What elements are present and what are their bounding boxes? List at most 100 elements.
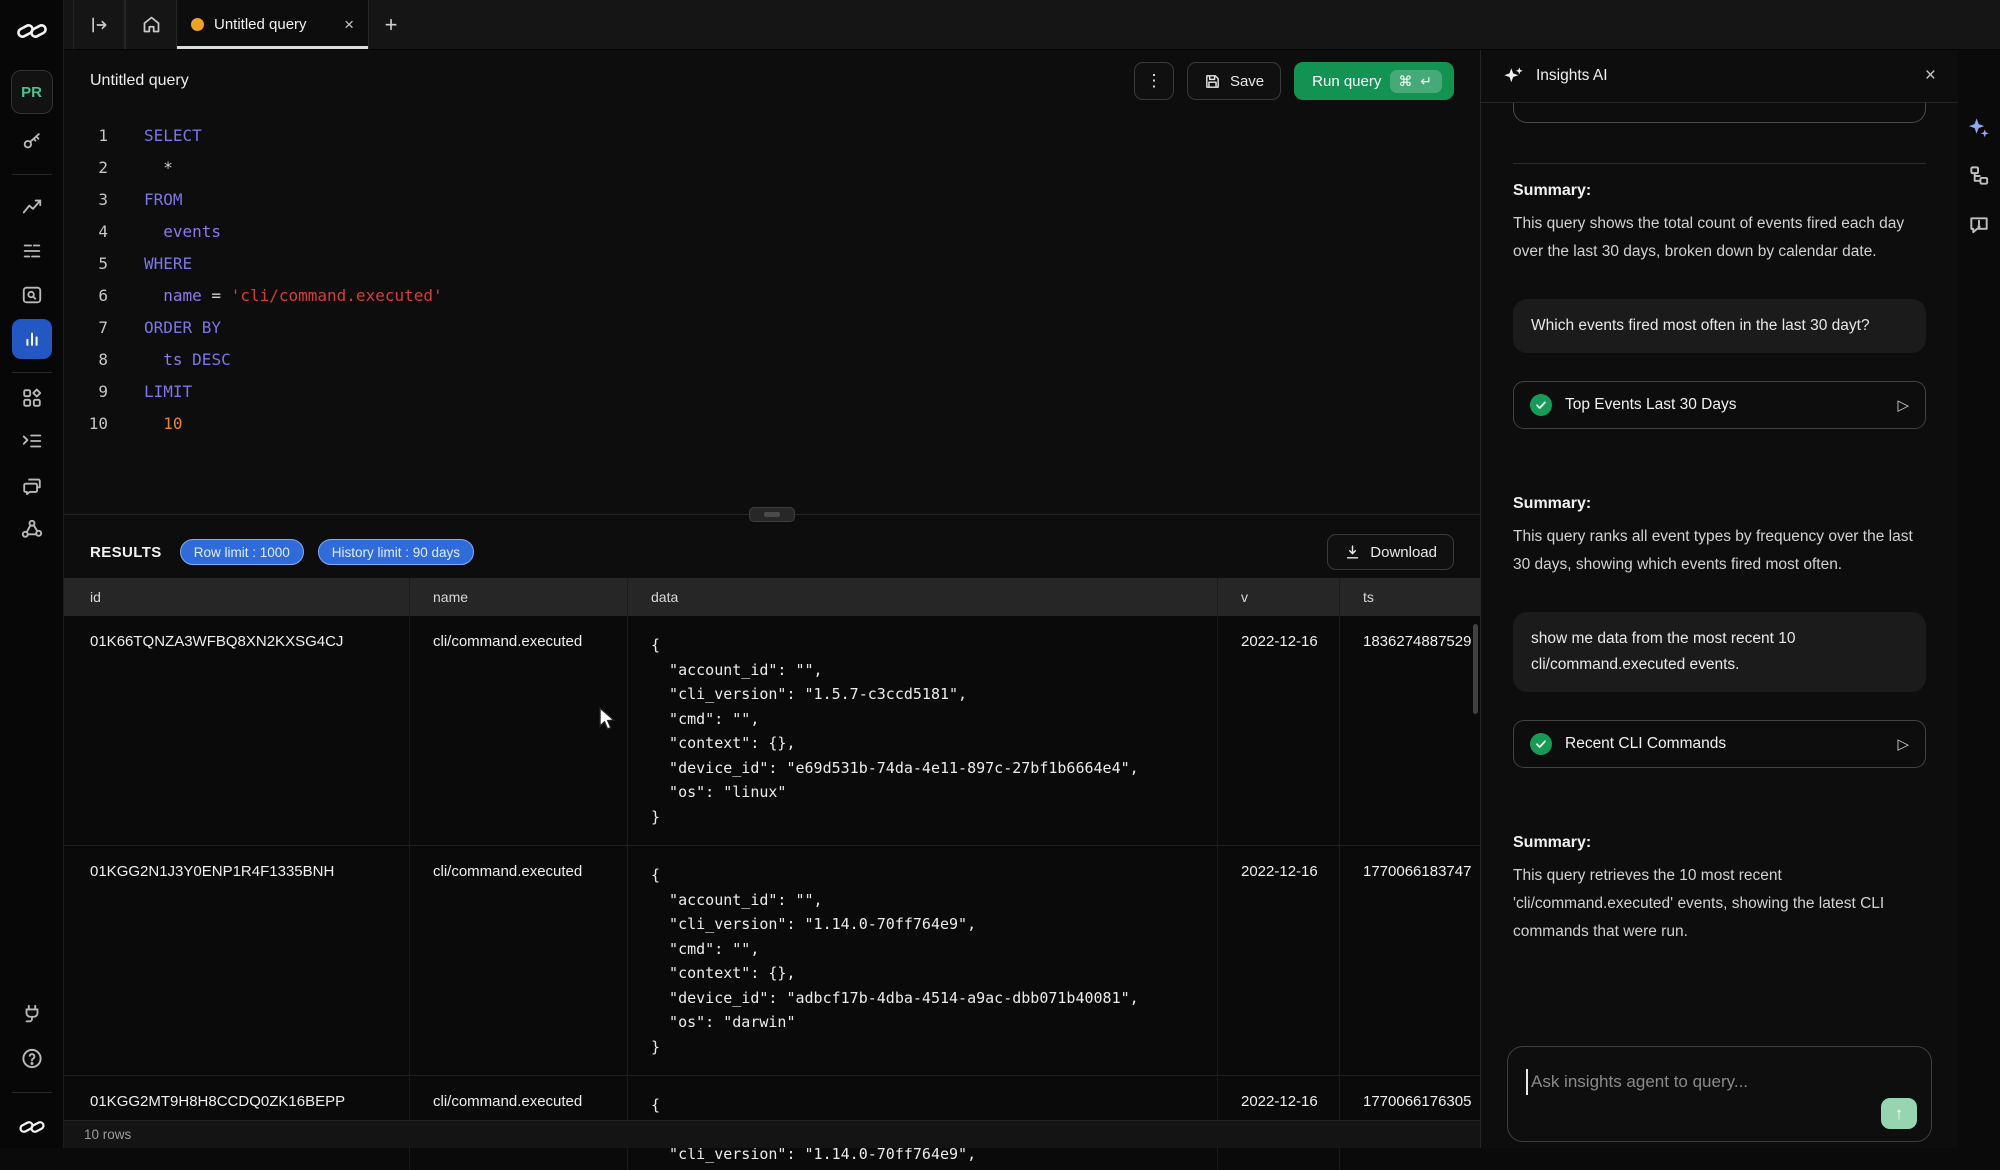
cell-ts: 1836274887529	[1340, 616, 1480, 845]
query-workspace: Untitled query ⋮ Save Run query ⌘ ↵ 1SEL…	[64, 50, 1480, 1148]
download-button[interactable]: Download	[1327, 534, 1454, 570]
column-header-name[interactable]: name	[410, 578, 628, 616]
history-limit-badge[interactable]: History limit : 90 days	[318, 539, 474, 565]
tab-untitled-query[interactable]: Untitled query ×	[177, 0, 369, 49]
sidebar-divider	[12, 372, 52, 373]
sql-token: FROM	[144, 190, 183, 209]
schema-tree-rail-icon[interactable]	[1968, 164, 1991, 187]
editor-line[interactable]: 1SELECT	[64, 120, 1480, 152]
download-icon	[1344, 544, 1361, 561]
table-row[interactable]: 01KGG2N1J3Y0ENP1R4F1335BNHcli/command.ex…	[64, 846, 1480, 1076]
code-text: ORDER BY	[144, 312, 221, 344]
table-scrollbar[interactable]	[1473, 624, 1478, 714]
editor-line[interactable]: 6 name = 'cli/command.executed'	[64, 280, 1480, 312]
insights-body: Summary: This query shows the total coun…	[1481, 103, 1958, 1148]
line-number: 5	[64, 248, 108, 280]
sparkles-icon	[1503, 66, 1524, 87]
org-badge[interactable]: PR	[11, 70, 53, 114]
column-header-id[interactable]: id	[64, 578, 410, 616]
editor-line[interactable]: 7ORDER BY	[64, 312, 1480, 344]
cell-ts: 1770066183747	[1340, 846, 1480, 1075]
editor-line[interactable]: 8 ts DESC	[64, 344, 1480, 376]
editor-line[interactable]: 9LIMIT	[64, 376, 1480, 408]
help-icon[interactable]	[20, 1047, 43, 1070]
home-button[interactable]	[125, 0, 177, 49]
results-toolbar: RESULTS Row limit : 1000 History limit :…	[64, 526, 1480, 578]
cell-v: 2022-12-16	[1218, 846, 1340, 1075]
left-sidebar: PR	[0, 0, 64, 1148]
sql-editor[interactable]: 1SELECT2 *3FROM4 events5 WHERE 6 name = 'c…	[64, 112, 1480, 514]
sql-token: ts	[144, 350, 192, 369]
json-line: "cli_version": "1.5.7-c3ccd5181",	[651, 682, 1217, 707]
cell-name: cli/command.executed	[410, 616, 628, 845]
line-number: 6	[64, 280, 108, 312]
editor-line[interactable]: 2 *	[64, 152, 1480, 184]
explore-icon[interactable]	[21, 284, 43, 306]
partial-task-card[interactable]	[1513, 103, 1926, 123]
pane-splitter[interactable]	[64, 514, 1480, 526]
cell-id: 01K66TQNZA3WFBQ8XN2KXSG4CJ	[64, 616, 410, 845]
code-text: WHERE	[144, 248, 192, 280]
line-number: 8	[64, 344, 108, 376]
dashboards-icon[interactable]	[21, 196, 43, 218]
play-icon[interactable]: ▷	[1897, 735, 1909, 753]
insights-header: Insights AI ×	[1481, 50, 1958, 103]
text-caret	[1526, 1069, 1528, 1095]
code-text: 10	[144, 408, 183, 440]
tab-close-icon[interactable]: ×	[344, 15, 354, 35]
api-keys-icon[interactable]	[21, 130, 43, 152]
splitter-handle-icon[interactable]	[749, 507, 795, 522]
insights-ai-rail-icon[interactable]	[1968, 116, 1991, 139]
json-line: "cmd": "",	[651, 707, 1217, 732]
summary-text: This query ranks all event types by freq…	[1513, 523, 1926, 579]
sql-token: WHERE	[144, 254, 192, 273]
editor-line[interactable]: 4 events	[64, 216, 1480, 248]
feedback-rail-icon[interactable]	[1968, 213, 1991, 236]
user-question-bubble: show me data from the most recent 10 cli…	[1513, 612, 1926, 692]
json-line: "cmd": "",	[651, 937, 1217, 962]
summary-heading: Summary:	[1513, 834, 1926, 852]
cell-data: { "account_id": "", "cli_version": "1.5.…	[628, 616, 1218, 845]
run-query-button[interactable]: Run query ⌘ ↵	[1294, 62, 1454, 100]
json-line: "os": "linux"	[651, 780, 1217, 805]
app-logo-icon	[15, 18, 49, 44]
save-label: Save	[1230, 73, 1264, 90]
code-text: ts DESC	[144, 344, 231, 376]
editor-line[interactable]: 3FROM	[64, 184, 1480, 216]
code-text: events	[144, 216, 221, 248]
summary-heading: Summary:	[1513, 495, 1926, 513]
save-button[interactable]: Save	[1187, 62, 1281, 100]
panel-open-icon	[89, 15, 109, 35]
apps-icon[interactable]	[21, 387, 43, 409]
row-limit-badge[interactable]: Row limit : 1000	[180, 539, 304, 565]
task-card-recent-cli[interactable]: Recent CLI Commands ▷	[1513, 720, 1926, 768]
send-button[interactable]: ↑	[1881, 1098, 1917, 1129]
chat-icon[interactable]	[21, 475, 43, 497]
column-header-v[interactable]: v	[1218, 578, 1340, 616]
flows-icon[interactable]	[20, 518, 43, 541]
insights-close-icon[interactable]: ×	[1925, 65, 1936, 87]
editor-line[interactable]: 10 10	[64, 408, 1480, 440]
editor-line[interactable]: 5 WHERE	[64, 248, 1480, 280]
cell-v: 2022-12-16	[1218, 616, 1340, 845]
play-icon[interactable]: ▷	[1897, 396, 1909, 414]
toggle-sidebar-button[interactable]	[73, 0, 125, 49]
sql-token: 10	[144, 414, 183, 433]
sql-token: DESC	[192, 350, 231, 369]
cli-icon[interactable]	[21, 430, 43, 452]
stream-icon[interactable]	[21, 240, 43, 262]
sql-token: name	[144, 286, 202, 305]
code-text: SELECT	[144, 120, 202, 152]
line-number: 9	[64, 376, 108, 408]
column-header-data[interactable]: data	[628, 578, 1218, 616]
new-tab-button[interactable]: +	[369, 0, 413, 49]
task-card-top-events[interactable]: Top Events Last 30 Days ▷	[1513, 381, 1926, 429]
integrations-plug-icon[interactable]	[21, 1003, 43, 1025]
column-header-ts[interactable]: ts	[1340, 578, 1480, 616]
table-row[interactable]: 01K66TQNZA3WFBQ8XN2KXSG4CJcli/command.ex…	[64, 616, 1480, 846]
insights-title: Insights AI	[1536, 67, 1913, 85]
query-icon-active[interactable]	[12, 319, 52, 359]
ask-agent-input[interactable]: Ask insights agent to query... ↑	[1507, 1046, 1932, 1142]
more-options-button[interactable]: ⋮	[1134, 62, 1174, 100]
sql-token: =	[202, 286, 231, 305]
